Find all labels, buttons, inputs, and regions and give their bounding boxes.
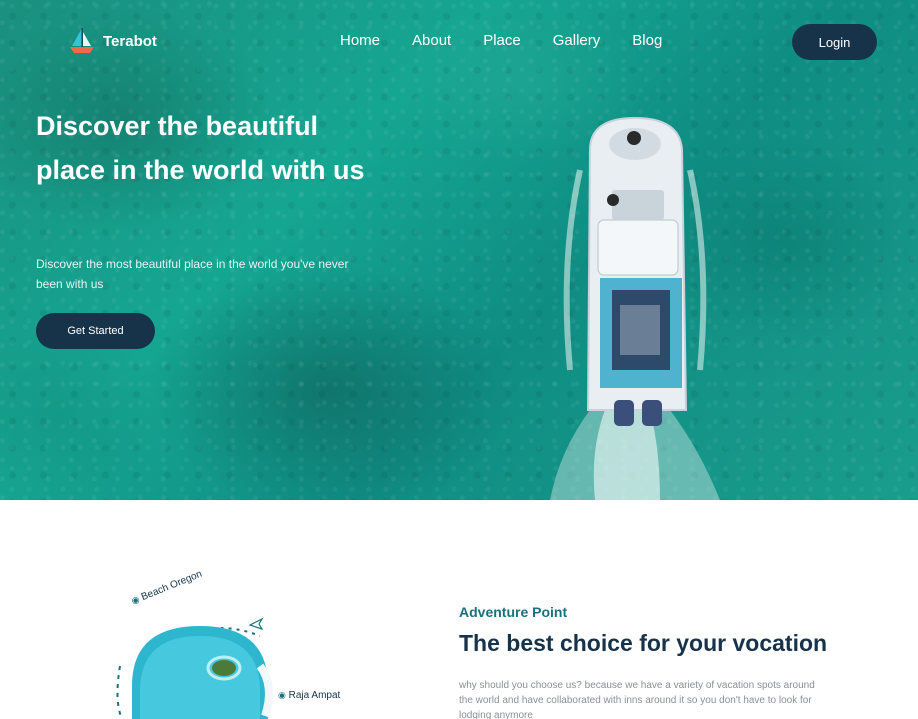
section-title: The best choice for your vocation [459, 630, 828, 656]
sailboat-icon [70, 28, 94, 53]
destination-map-card: ◉ Beach Oregon ◉ Raja Ampat [100, 569, 370, 719]
section-body: why should you choose us? because we hav… [459, 680, 815, 719]
brand-name: Terabot [103, 32, 157, 50]
hero-subtitle: Discover the most beautiful place in the… [36, 257, 349, 291]
nav-item-home[interactable]: Home [340, 32, 380, 49]
section-kicker: Adventure Point [459, 604, 568, 620]
nav-item-about[interactable]: About [412, 32, 451, 49]
speedboat-image [550, 116, 720, 500]
about-section: ◉ Beach Oregon ◉ Raja Ampat Adventure Po… [0, 500, 918, 719]
brand-logo[interactable]: Terabot [68, 26, 157, 56]
login-button[interactable]: Login [792, 24, 877, 60]
location-label-raja-ampat: ◉ Raja Ampat [278, 690, 341, 701]
nav-item-gallery[interactable]: Gallery [553, 32, 601, 49]
hero-title: Discover the beautiful place in the worl… [36, 111, 365, 185]
main-nav: Home About Place Gallery Blog [340, 32, 694, 49]
hero-section: Terabot Home About Place Gallery Blog Lo… [0, 0, 918, 500]
airplane-icon [248, 617, 264, 631]
sea-texture [0, 0, 918, 500]
nav-item-blog[interactable]: Blog [632, 32, 662, 49]
get-started-button[interactable]: Get Started [36, 313, 155, 349]
nav-item-place[interactable]: Place [483, 32, 521, 49]
map-pin-icon: ◉ [278, 690, 286, 700]
